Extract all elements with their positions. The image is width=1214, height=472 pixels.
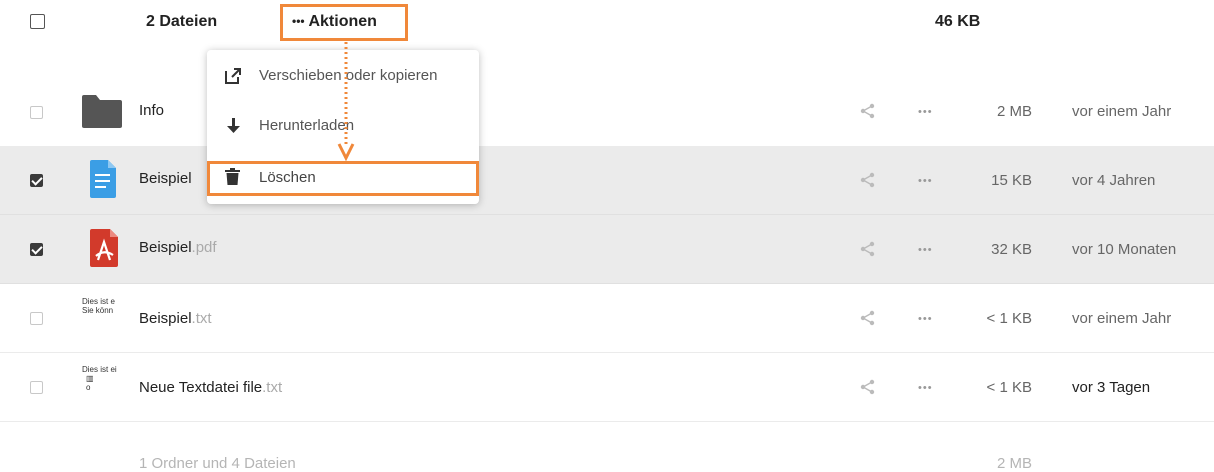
share-icon[interactable]	[860, 310, 876, 331]
row-checkbox[interactable]	[30, 243, 43, 256]
delete-highlight-box	[207, 161, 479, 196]
text-preview-icon: Dies ist ei ▥ o	[82, 365, 118, 392]
file-date: vor 4 Jahren	[1072, 172, 1156, 189]
preview-line: Dies ist e	[82, 297, 115, 306]
file-size: 32 KB	[991, 241, 1032, 258]
dotted-arrow	[337, 42, 355, 162]
row-checkbox[interactable]	[30, 381, 43, 394]
text-preview-icon: Dies ist e Sie könn	[82, 297, 118, 315]
file-size: < 1 KB	[986, 379, 1032, 396]
file-name[interactable]: Neue Textdatei file.txt	[139, 379, 282, 396]
file-date: vor einem Jahr	[1072, 103, 1172, 120]
document-icon	[90, 160, 116, 203]
actions-highlight-box	[280, 4, 408, 41]
share-icon[interactable]	[860, 172, 876, 193]
file-basename: Beispiel	[139, 239, 192, 256]
file-extension: .txt	[191, 310, 212, 327]
file-row[interactable]: Dies ist ei ▥ o Neue Textdatei file.txt …	[0, 353, 1214, 422]
file-extension: .pdf	[191, 239, 217, 256]
more-icon[interactable]: •••	[918, 382, 933, 394]
selected-count: 2 Dateien	[146, 13, 218, 30]
row-checkbox[interactable]	[30, 312, 43, 325]
preview-line: o	[86, 383, 91, 392]
preview-line: Sie könn	[82, 306, 114, 315]
file-basename: Beispiel	[139, 310, 192, 327]
external-link-icon	[225, 67, 242, 89]
share-icon[interactable]	[860, 241, 876, 262]
preview-line: ▥	[86, 374, 94, 383]
more-icon[interactable]: •••	[918, 313, 933, 325]
header-row: 2 Dateien ••• Aktionen 46 KB	[0, 0, 1214, 44]
share-icon[interactable]	[860, 379, 876, 400]
file-row[interactable]: Dies ist e Sie könn Beispiel.txt ••• < 1…	[0, 284, 1214, 353]
file-name[interactable]: Beispiel.txt	[139, 310, 212, 327]
file-name[interactable]: Info	[139, 102, 164, 119]
summary-count: 1 Ordner und 4 Dateien	[139, 455, 296, 472]
file-extension: .txt	[262, 379, 283, 396]
file-basename: Neue Textdatei file	[139, 379, 263, 396]
file-size: 15 KB	[991, 172, 1032, 189]
row-checkbox[interactable]	[30, 174, 43, 187]
file-row[interactable]: Beispiel ••• 15 KB vor 4 Jahren	[0, 146, 1214, 215]
row-checkbox[interactable]	[30, 106, 43, 119]
share-icon[interactable]	[860, 103, 876, 124]
folder-icon	[82, 95, 122, 133]
file-row[interactable]: Beispiel.pdf ••• 32 KB vor 10 Monaten	[0, 215, 1214, 284]
file-size: 2 MB	[996, 103, 1032, 120]
preview-line: Dies ist ei	[82, 365, 117, 374]
file-name[interactable]: Beispiel	[139, 170, 192, 187]
pdf-icon	[90, 229, 118, 272]
select-all-checkbox[interactable]	[30, 14, 45, 29]
file-date: vor 3 Tagen	[1072, 379, 1151, 396]
more-icon[interactable]: •••	[918, 175, 933, 187]
file-date: vor einem Jahr	[1072, 310, 1172, 327]
footer-summary: 1 Ordner und 4 Dateien 2 MB	[0, 440, 1214, 472]
more-icon[interactable]: •••	[918, 244, 933, 256]
more-icon[interactable]: •••	[918, 106, 933, 118]
file-name[interactable]: Beispiel.pdf	[139, 239, 217, 256]
download-icon	[225, 117, 242, 139]
file-row[interactable]: Info ••• 2 MB vor einem Jahr	[0, 78, 1214, 147]
file-date: vor 10 Monaten	[1072, 241, 1177, 258]
summary-size: 2 MB	[996, 455, 1032, 472]
total-size: 46 KB	[935, 13, 981, 30]
file-size: < 1 KB	[986, 310, 1032, 327]
